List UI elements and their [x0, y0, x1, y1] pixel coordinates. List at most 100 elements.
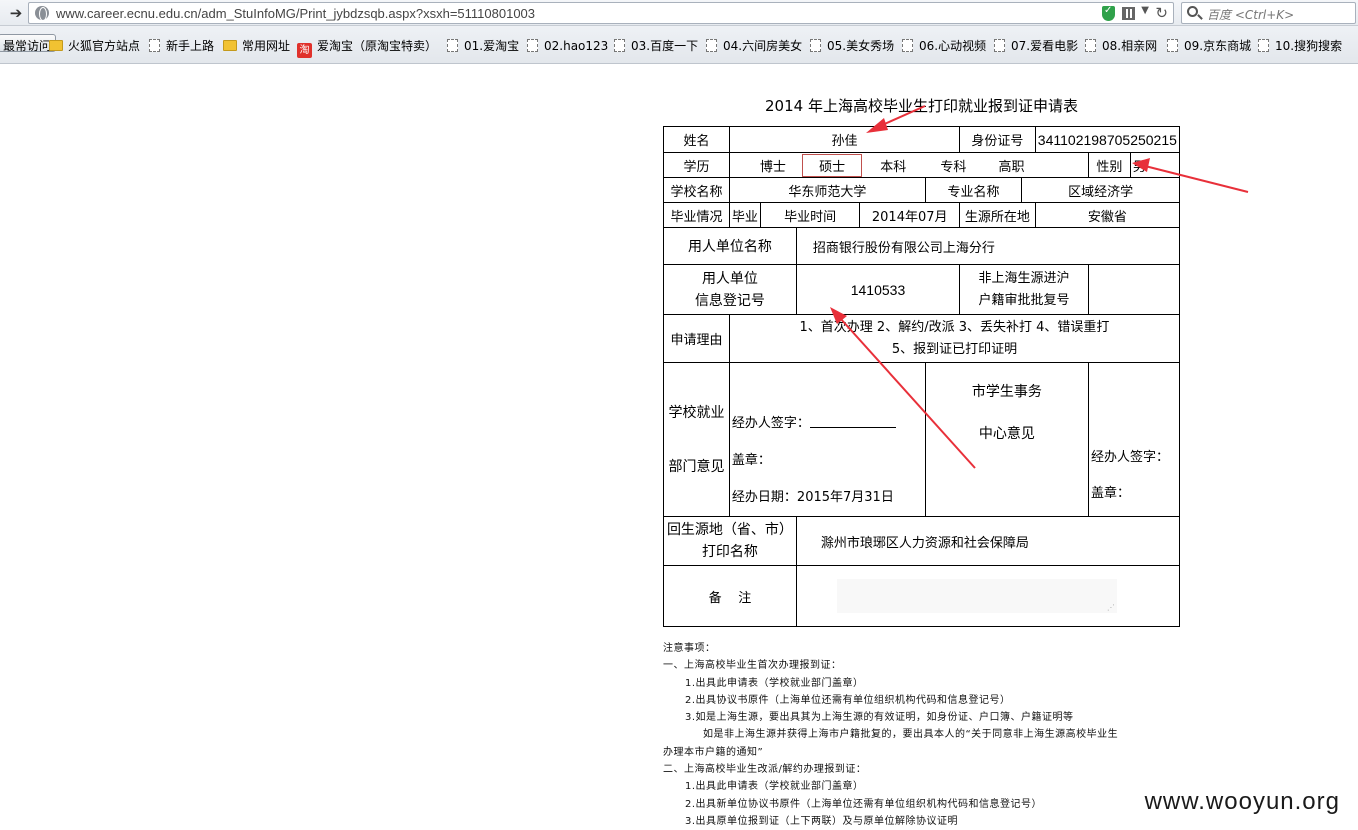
chevron-down-icon[interactable]: ▼	[1141, 5, 1149, 16]
table-row: 学校名称 华东师范大学 专业名称 区域经济学	[663, 177, 1180, 203]
name-value: 孙佳	[728, 126, 961, 153]
bookmark-item[interactable]: 01.爱淘宝	[447, 37, 519, 55]
bookmark-label: 01.爱淘宝	[464, 39, 520, 53]
page-icon	[706, 39, 717, 52]
education-option-bachelor[interactable]: 本科	[876, 156, 910, 175]
bookmark-item[interactable]: 02.hao123	[527, 37, 608, 55]
notes-section: 注意事项： 一、上海高校毕业生首次办理报到证： 1.出具此申请表（学校就业部门盖…	[663, 640, 1180, 830]
education-option-master-selected[interactable]: 硕士	[802, 153, 863, 177]
bookmark-label: 最常访问	[3, 39, 52, 53]
seal-label: 盖章：	[731, 453, 771, 468]
bookmark-label: 06.心动视频	[919, 39, 987, 53]
bookmark-item[interactable]: 常用网址	[223, 37, 290, 55]
employer-reg-value: 1410533	[795, 264, 961, 315]
major-value: 区域经济学	[1021, 177, 1180, 203]
page-icon	[447, 39, 458, 52]
education-option-doctor[interactable]: 博士	[756, 156, 790, 175]
bookmark-item[interactable]: 淘爱淘宝（原淘宝特卖）	[297, 37, 438, 58]
notes-line: 一、上海高校毕业生首次办理报到证：	[663, 660, 842, 672]
school-dept-label-line1: 学校就业	[668, 404, 725, 421]
table-row: 用人单位名称 招商银行股份有限公司上海分行	[663, 227, 1181, 265]
watermark: www.wooyun.org	[1144, 788, 1340, 815]
resize-grip-icon[interactable]: ⋰	[1107, 603, 1115, 612]
bookmarks-toolbar: 最常访问 火狐官方站点 新手上路 常用网址 淘爱淘宝（原淘宝特卖） 01.爱淘宝…	[0, 26, 1358, 64]
signature-line	[809, 414, 896, 428]
table-row: 毕业情况 毕业 毕业时间 2014年07月 生源所在地 安徽省	[663, 202, 1181, 228]
bookmark-most-visited[interactable]: 最常访问	[0, 34, 57, 53]
education-options: 博士 硕士 本科 专科 高职	[728, 152, 1089, 178]
education-label: 学历	[663, 152, 730, 178]
bookmark-label: 10.搜狗搜索	[1275, 39, 1343, 53]
table-row: 申请理由 1、首次办理 2、解约/改派 3、丢失补打 4、错误重打 5、报到证已…	[663, 314, 1181, 363]
school-value: 华东师范大学	[728, 177, 926, 203]
center-label: 市学生事务 中心意见	[924, 362, 1089, 517]
address-bar[interactable]: www.career.ecnu.edu.cn/adm_StuInfoMG/Pri…	[28, 2, 1174, 24]
handler-sign-label: 经办人签字：	[731, 416, 810, 431]
gender-label: 性别	[1087, 152, 1131, 178]
back-arrow-icon[interactable]: ➔	[6, 3, 26, 23]
employer-label: 用人单位名称	[663, 227, 797, 265]
page-icon	[614, 39, 625, 52]
navigation-toolbar: ➔ www.career.ecnu.edu.cn/adm_StuInfoMG/P…	[0, 0, 1358, 26]
bookmark-item[interactable]: 04.六间房美女	[706, 37, 802, 55]
notes-line: 3.如是上海生源，要出具其为上海生源的有效证明，如身份证、户口簿、户籍证明等	[685, 712, 1074, 724]
bookmark-item[interactable]: 10.搜狗搜索	[1258, 37, 1342, 55]
reload-icon[interactable]: ↻	[1155, 4, 1168, 22]
page-title: 2014 年上海高校毕业生打印就业报到证申请表	[765, 97, 1078, 115]
name-label: 姓名	[663, 126, 730, 153]
application-form-table: 姓名 孙佳 身份证号 341102198705250215 学历 博士 硕士 本…	[663, 126, 1181, 627]
bookmark-label: 新手上路	[166, 39, 215, 53]
table-row: 姓名 孙佳 身份证号 341102198705250215	[663, 126, 1181, 153]
bookmark-label: 火狐官方站点	[68, 39, 141, 53]
bookmark-label: 09.京东商城	[1184, 39, 1252, 53]
education-option-college[interactable]: 专科	[936, 156, 970, 175]
non-sh-value	[1087, 264, 1181, 315]
handle-date: 经办日期：2015年7月31日	[731, 490, 894, 505]
major-label: 专业名称	[924, 177, 1023, 203]
employer-reg-label-line2: 信息登记号	[694, 292, 765, 309]
search-input[interactable]: 百度 <Ctrl+K>	[1181, 2, 1356, 24]
shield-icon[interactable]	[1102, 5, 1115, 21]
bookmark-label: 爱淘宝（原淘宝特卖）	[317, 39, 438, 53]
non-sh-label: 非上海生源进沪 户籍审批批复号	[959, 264, 1089, 315]
bookmark-item[interactable]: 08.相亲网	[1085, 37, 1157, 55]
page-icon	[902, 39, 913, 52]
print-name-label-line2: 打印名称	[701, 544, 758, 560]
origin-value: 安徽省	[1034, 202, 1181, 228]
bookmark-label: 常用网址	[242, 39, 291, 53]
center-label-line2: 中心意见	[978, 426, 1035, 442]
remarks-textarea[interactable]: ⋰	[836, 579, 1117, 613]
folder-icon	[49, 40, 63, 51]
center-sign-label: 经办人签字：	[1090, 450, 1169, 465]
table-row: 回生源地（省、市） 打印名称 滁州市琅琊区人力资源和社会保障局	[663, 516, 1181, 566]
grad-status-value: 毕业	[728, 202, 761, 228]
bookmark-item[interactable]: 07.爱看电影	[994, 37, 1078, 55]
reason-label: 申请理由	[663, 314, 730, 363]
taobao-icon: 淘	[297, 43, 312, 58]
search-icon	[1187, 6, 1198, 17]
employer-value: 招商银行股份有限公司上海分行	[795, 227, 1181, 265]
grad-time-label: 毕业时间	[759, 202, 861, 228]
bookmark-item[interactable]: 05.美女秀场	[810, 37, 894, 55]
bookmark-label: 03.百度一下	[631, 39, 699, 53]
bookmark-item[interactable]: 06.心动视频	[902, 37, 986, 55]
reason-options: 1、首次办理 2、解约/改派 3、丢失补打 4、错误重打 5、报到证已打印证明	[728, 314, 1181, 363]
bookmark-item[interactable]: 09.京东商城	[1167, 37, 1251, 55]
center-label-line1: 市学生事务	[971, 384, 1042, 400]
bookmark-item[interactable]: 03.百度一下	[614, 37, 698, 55]
page-icon	[994, 39, 1005, 52]
school-dept-label: 学校就业 部门意见	[663, 362, 730, 517]
center-seal-label: 盖章：	[1090, 486, 1130, 501]
center-opinion: 经办人签字： 盖章：	[1087, 362, 1181, 517]
notes-line: 2.出具协议书原件（上海单位还需有单位组织机构代码和信息登记号）	[685, 694, 1011, 706]
reason-line-2: 5、报到证已打印证明	[891, 341, 1018, 357]
qr-code-icon[interactable]	[1122, 7, 1135, 20]
education-option-vocational[interactable]: 高职	[995, 156, 1029, 175]
table-row: 用人单位 信息登记号 1410533 非上海生源进沪 户籍审批批复号	[663, 264, 1181, 315]
id-label: 身份证号	[959, 126, 1036, 153]
url-text[interactable]: www.career.ecnu.edu.cn/adm_StuInfoMG/Pri…	[56, 6, 535, 21]
folder-icon	[223, 40, 237, 51]
bookmark-item[interactable]: 火狐官方站点	[49, 37, 140, 55]
bookmark-item[interactable]: 新手上路	[149, 37, 214, 55]
notes-line: 1.出具此申请表（学校就业部门盖章）	[685, 677, 864, 689]
